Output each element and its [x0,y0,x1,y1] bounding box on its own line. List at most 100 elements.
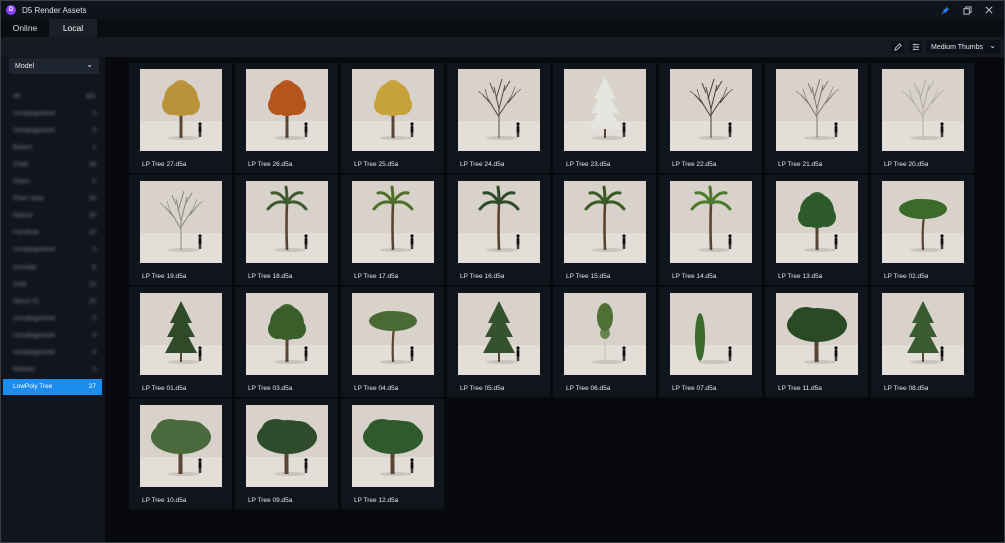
asset-card[interactable]: LP Tree 06.d5a [553,287,656,397]
sidebar-category-item[interactable]: Kitchen 0 [3,362,102,378]
asset-name-label: LP Tree 03.d5a [248,385,293,392]
asset-card[interactable]: LP Tree 24.d5a [447,63,550,173]
asset-card[interactable]: LP Tree 22.d5a [659,63,762,173]
sidebar-category-item[interactable]: Glass 0 [3,174,102,190]
category-count: 0 [92,109,96,117]
category-label: Uncategorized [13,126,55,134]
asset-card[interactable]: LP Tree 14.d5a [659,175,762,285]
sidebar-category-item[interactable]: Furniture 10 [3,225,102,241]
asset-card[interactable]: LP Tree 13.d5a [765,175,868,285]
asset-card[interactable]: LP Tree 25.d5a [341,63,444,173]
asset-thumbnail [882,181,964,263]
sidebar-category-item[interactable]: Decor 01 20 [3,293,102,309]
sidebar-category-item[interactable]: Uncategorized 0 [3,345,102,361]
asset-thumbnail [140,181,222,263]
asset-thumbnail [882,293,964,375]
category-count: 0 [92,314,96,322]
sidebar-category-item[interactable]: Uncategorized 0 [3,327,102,343]
edit-pencil-icon[interactable] [891,41,904,53]
sidebar-category-item[interactable]: Nature 15 [3,208,102,224]
asset-card[interactable]: LP Tree 12.d5a [341,399,444,509]
asset-name-label: LP Tree 06.d5a [566,385,611,392]
asset-thumbnail [246,405,328,487]
asset-card[interactable]: LP Tree 09.d5a [235,399,338,509]
category-count: 27 [88,383,96,391]
category-label: Uncategorized [13,109,55,117]
category-label: Basics [13,143,33,151]
asset-card[interactable]: LP Tree 19.d5a [129,175,232,285]
asset-thumbnail [670,69,752,151]
close-icon[interactable] [978,1,1000,19]
asset-thumbnail [246,293,328,375]
asset-card[interactable]: LP Tree 04.d5a [341,287,444,397]
asset-name-label: LP Tree 22.d5a [672,161,717,168]
pin-icon[interactable] [934,1,956,19]
asset-name-label: LP Tree 11.d5a [778,385,822,392]
asset-thumbnail [140,69,222,151]
asset-name-label: LP Tree 16.d5a [460,273,505,280]
asset-name-label: LP Tree 05.d5a [460,385,505,392]
sidebar-category-item[interactable]: Uncategorized 0 [3,242,102,258]
asset-card[interactable]: LP Tree 07.d5a [659,287,762,397]
category-label: Decor 01 [13,297,40,305]
asset-card[interactable]: LP Tree 08.d5a [871,287,974,397]
asset-card[interactable]: LP Tree 20.d5a [871,63,974,173]
sidebar-category-item[interactable]: Uncategorized 0 [3,310,102,326]
asset-card[interactable]: LP Tree 21.d5a [765,63,868,173]
asset-name-label: LP Tree 26.d5a [248,161,293,168]
thumb-size-dropdown[interactable]: Medium Thumbs ⌄ [926,40,1000,54]
asset-name-label: LP Tree 21.d5a [778,161,823,168]
sidebar-category-item[interactable]: Ironclad 6 [3,259,102,275]
category-label: Uncategorized [13,246,55,254]
sidebar-category-item[interactable]: Sofa 15 [3,276,102,292]
tab-online[interactable]: Online [1,19,49,37]
asset-type-dropdown[interactable]: Model ⌄ [9,58,99,74]
asset-type-value: Model [15,62,35,70]
asset-card[interactable]: LP Tree 11.d5a [765,287,868,397]
window-title: D5 Render Assets [22,5,87,15]
restore-window-icon[interactable] [956,1,978,19]
asset-name-label: LP Tree 15.d5a [566,273,611,280]
asset-name-label: LP Tree 04.d5a [354,385,399,392]
asset-card[interactable]: LP Tree 23.d5a [553,63,656,173]
sidebar-category-item[interactable]: Uncategorized 0 [3,122,102,138]
tab-local[interactable]: Local [49,19,97,37]
asset-name-label: LP Tree 20.d5a [884,161,929,168]
sidebar-category-item[interactable]: Plant Vase 33 [3,191,102,207]
category-label: Ironclad [13,263,37,271]
asset-card[interactable]: LP Tree 26.d5a [235,63,338,173]
category-count: 33 [88,195,96,203]
toolbar: Medium Thumbs ⌄ [1,37,1004,57]
sidebar-category-item[interactable]: All 161 [3,88,102,104]
asset-thumbnail [458,181,540,263]
sidebar-category-item[interactable]: Uncategorized 0 [3,105,102,121]
chevron-down-icon: ⌄ [86,60,93,69]
category-count: 28 [88,160,96,168]
asset-card[interactable]: LP Tree 17.d5a [341,175,444,285]
asset-thumbnail [246,69,328,151]
asset-card[interactable]: LP Tree 16.d5a [447,175,550,285]
asset-card[interactable]: LP Tree 02.d5a [871,175,974,285]
asset-grid-area: LP Tree 27.d5a LP Tree 26.d5a LP Tree 25… [105,57,1004,542]
sidebar-category-item[interactable]: Basics 1 [3,139,102,155]
chevron-down-icon: ⌄ [989,41,996,50]
asset-card[interactable]: LP Tree 15.d5a [553,175,656,285]
asset-grid: LP Tree 27.d5a LP Tree 26.d5a LP Tree 25… [129,63,974,509]
asset-card[interactable]: LP Tree 03.d5a [235,287,338,397]
category-label: All [13,92,21,100]
asset-thumbnail [670,293,752,375]
asset-card[interactable]: LP Tree 10.d5a [129,399,232,509]
category-count: 15 [88,280,96,288]
asset-name-label: LP Tree 08.d5a [884,385,929,392]
asset-card[interactable]: LP Tree 01.d5a [129,287,232,397]
sidebar-category-item[interactable]: Chair 28 [3,156,102,172]
asset-thumbnail [458,293,540,375]
asset-card[interactable]: LP Tree 27.d5a [129,63,232,173]
asset-card[interactable]: LP Tree 18.d5a [235,175,338,285]
category-count: 0 [92,178,96,185]
category-count: 15 [88,212,96,220]
filter-settings-icon[interactable] [909,41,922,53]
asset-card[interactable]: LP Tree 05.d5a [447,287,550,397]
sidebar-category-item[interactable]: LowPoly Tree 27 [3,378,102,395]
category-count: 1 [92,143,96,151]
